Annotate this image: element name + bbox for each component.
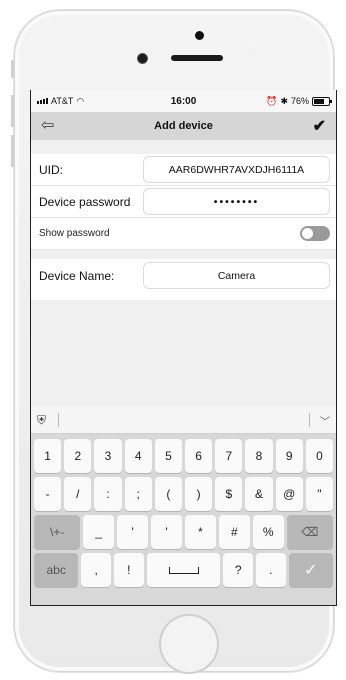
key[interactable]: 1	[34, 439, 62, 473]
key[interactable]: #	[218, 515, 250, 549]
device-name-form: Device Name: Camera	[31, 259, 336, 292]
space-key[interactable]	[146, 553, 221, 587]
volume-down-button	[11, 135, 14, 167]
key[interactable]: %	[252, 515, 284, 549]
key-row-extra: \+- _ ' ' * # % ⌫	[34, 515, 333, 549]
key[interactable]: 5	[154, 439, 183, 473]
show-password-toggle[interactable]	[300, 226, 330, 241]
device-name-label: Device Name:	[39, 268, 115, 283]
done-check-key[interactable]: ✓	[288, 553, 334, 587]
volume-up-button	[11, 95, 14, 127]
signal-icon	[37, 98, 48, 104]
period-key[interactable]: .	[256, 553, 286, 587]
device-name-row: Device Name: Camera	[31, 259, 336, 292]
back-arrow-icon[interactable]: ⇦	[41, 118, 54, 134]
password-input[interactable]: ••••••••	[143, 188, 330, 215]
front-camera	[195, 31, 204, 40]
key[interactable]: ;	[124, 477, 152, 511]
key[interactable]: 0	[305, 439, 334, 473]
key[interactable]: 9	[275, 439, 303, 473]
chevron-down-icon[interactable]: ﹀	[320, 413, 330, 428]
key-row-symbols: - / : ; ( ) $ & @ "	[34, 477, 334, 511]
earpiece-speaker	[171, 55, 223, 61]
key-row-digits: 1 2 3 4 5 6 7 8 9 0	[34, 439, 334, 473]
show-password-label: Show password	[39, 228, 110, 239]
abc-key[interactable]: abc	[34, 553, 79, 587]
empty-area	[31, 300, 336, 407]
uid-label: UID:	[39, 162, 63, 177]
uid-row: UID: AAR6DWHR7AVXDJH6111A	[31, 154, 336, 186]
key[interactable]: 4	[124, 439, 152, 473]
confirm-check-icon[interactable]: ✔	[313, 116, 326, 136]
phone-screen: AT&T ◠ 16:00 ⏰ ✱ 76% ⇦ Add device ✔ UID:…	[30, 90, 337, 606]
bluetooth-icon: ✱	[280, 95, 288, 106]
status-bar: AT&T ◠ 16:00 ⏰ ✱ 76%	[31, 90, 336, 112]
key[interactable]: 3	[94, 439, 122, 473]
wifi-icon: ◠	[76, 95, 85, 106]
key[interactable]: '	[117, 515, 149, 549]
password-label: Device password	[39, 194, 131, 209]
key[interactable]: )	[185, 477, 213, 511]
alarm-icon: ⏰	[266, 95, 278, 106]
device-form: UID: AAR6DWHR7AVXDJH6111A Device passwor…	[31, 154, 336, 250]
key[interactable]: 8	[245, 439, 273, 473]
section-gap	[31, 250, 336, 259]
symbols-toggle-key[interactable]: \+-	[34, 515, 81, 549]
battery-icon	[312, 96, 332, 106]
numeric-keyboard: ⛨ ﹀ 1 2 3 4 5 6 7 8 9 0 - / : ; () $ & …	[31, 407, 336, 605]
key[interactable]: @	[275, 477, 303, 511]
home-button[interactable]	[159, 614, 219, 674]
question-key[interactable]: ?	[223, 553, 254, 587]
comma-key[interactable]: ,	[81, 553, 111, 587]
key-row-bottom: abc , ! ? . ✓	[34, 553, 334, 587]
key[interactable]: (	[154, 477, 183, 511]
key[interactable]: 2	[64, 439, 92, 473]
proximity-sensor	[137, 53, 148, 64]
key[interactable]: $	[215, 477, 243, 511]
show-password-row: Show password	[31, 218, 336, 250]
uid-input[interactable]: AAR6DWHR7AVXDJH6111A	[143, 156, 330, 183]
key[interactable]: 6	[185, 439, 213, 473]
mute-switch	[11, 60, 14, 78]
key[interactable]: *	[185, 515, 216, 549]
shield-icon: ⛨	[37, 412, 47, 427]
navigation-bar: ⇦ Add device ✔	[31, 112, 336, 140]
key[interactable]: -	[34, 477, 62, 511]
section-gap	[31, 140, 336, 154]
password-row: Device password ••••••••	[31, 186, 336, 218]
carrier-label: AT&T	[51, 96, 74, 106]
key[interactable]: &	[245, 477, 273, 511]
battery-percent: 76%	[290, 96, 309, 106]
exclamation-key[interactable]: !	[113, 553, 144, 587]
key[interactable]: '	[151, 515, 182, 549]
key[interactable]: /	[64, 477, 92, 511]
device-name-input[interactable]: Camera	[143, 262, 330, 289]
keyboard-toolbar: ⛨ ﹀	[31, 407, 336, 434]
backspace-key[interactable]: ⌫	[286, 515, 333, 549]
space-icon	[168, 566, 199, 574]
key[interactable]: _	[83, 515, 115, 549]
page-title: Add device	[154, 120, 213, 132]
key[interactable]: "	[305, 477, 334, 511]
key[interactable]: 7	[215, 439, 243, 473]
key[interactable]: :	[94, 477, 122, 511]
